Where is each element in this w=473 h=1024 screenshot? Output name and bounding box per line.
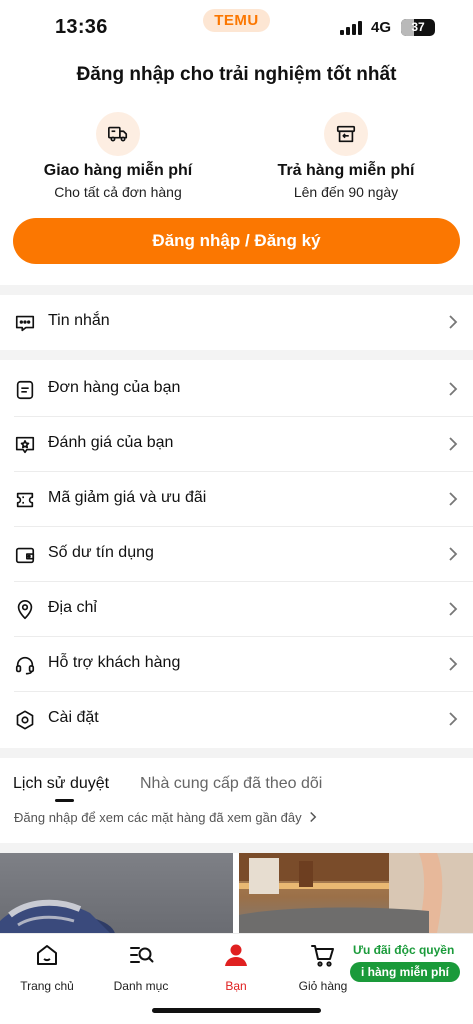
section-divider (0, 748, 473, 758)
chevron-right-icon (449, 437, 458, 451)
free-shipping-promo: Giao hàng miễn phí Cho tất cả đơn hàng (0, 112, 236, 200)
chevron-right-icon (449, 382, 458, 396)
coupon-icon (16, 492, 34, 508)
promo-name: Giao hàng miễn phí (43, 162, 193, 179)
home-indicator (152, 1008, 321, 1013)
login-register-button[interactable]: Đăng nhập / Đăng ký (13, 218, 460, 264)
nav-you[interactable]: Bạn (196, 942, 276, 993)
free-shipping-badge[interactable]: i hàng miễn phí (350, 962, 460, 982)
menu-item-label: Tin nhắn (48, 312, 110, 329)
headset-icon (15, 656, 35, 675)
history-tabs: Lịch sử duyệt Nhà cung cấp đã theo dõi (0, 775, 473, 805)
menu-item-customer-support[interactable]: Hỗ trợ khách hàng (0, 637, 473, 692)
section-divider (0, 843, 473, 853)
exclusive-offer-label: Ưu đãi độc quyền (353, 943, 455, 957)
chevron-right-icon (449, 547, 458, 561)
login-promo-title: Đăng nhập cho trải nghiệm tốt nhất (76, 64, 397, 85)
nav-label: Bạn (225, 979, 247, 993)
nav-label: Trang chủ (20, 979, 74, 993)
tab-followed-sellers[interactable]: Nhà cung cấp đã theo dõi (140, 775, 322, 793)
promo-sub: Lên đến 90 ngày (293, 184, 399, 200)
return-box-icon (324, 112, 368, 156)
menu-item-label: Hỗ trợ khách hàng (48, 654, 181, 671)
category-search-icon (130, 947, 154, 963)
chevron-right-icon (449, 657, 458, 671)
active-tab-indicator (55, 799, 74, 802)
nav-label: Giỏ hàng (298, 979, 348, 993)
history-login-hint[interactable]: Đăng nhập để xem các mặt hàng đã xem gần… (14, 810, 317, 825)
network-type: 4G (371, 19, 392, 36)
nav-home[interactable]: Trang chủ (7, 942, 87, 993)
location-icon (17, 600, 33, 620)
status-time: 13:36 (55, 16, 108, 38)
menu-item-reviews[interactable]: Đánh giá của bạn (0, 417, 473, 472)
menu-item-label: Địa chỉ (48, 599, 97, 616)
status-bar: 13:36 TEMU 4G 37 (0, 0, 473, 56)
message-icon (15, 315, 35, 332)
settings-icon (16, 710, 34, 730)
menu-item-label: Đánh giá của bạn (48, 434, 174, 451)
menu-item-settings[interactable]: Cài đặt (0, 692, 473, 747)
chevron-right-icon (449, 602, 458, 616)
product-slipper-image (0, 899, 115, 933)
history-hint-text: Đăng nhập để xem các mặt hàng đã xem gần… (14, 810, 302, 825)
nav-label: Danh mục (113, 979, 169, 993)
chevron-right-icon (449, 315, 458, 329)
menu-item-orders[interactable]: Đơn hàng của bạn (0, 362, 473, 417)
nav-categories[interactable]: Danh mục (101, 942, 181, 993)
review-icon (15, 436, 35, 454)
menu-item-credit-balance[interactable]: Số dư tín dụng (0, 527, 473, 582)
home-icon (37, 945, 57, 965)
wallet-icon (15, 547, 35, 564)
section-divider (0, 285, 473, 295)
cart-icon (311, 945, 334, 967)
battery-icon: 37 (401, 19, 435, 36)
menu-item-address[interactable]: Địa chỉ (0, 582, 473, 637)
section-divider (0, 350, 473, 360)
product-image[interactable] (239, 853, 473, 933)
truck-icon (96, 112, 140, 156)
signal-icon (340, 21, 365, 35)
chevron-right-icon (449, 492, 458, 506)
battery-level: 37 (411, 20, 425, 34)
chevron-right-icon (449, 712, 458, 726)
menu-item-coupons[interactable]: Mã giảm giá và ưu đãi (0, 472, 473, 527)
menu-item-messages[interactable]: Tin nhắn (0, 295, 473, 350)
menu-item-label: Đơn hàng của bạn (48, 379, 181, 396)
menu-item-label: Cài đặt (48, 709, 99, 726)
chevron-right-icon (310, 811, 317, 823)
product-image[interactable] (0, 853, 233, 933)
brand-pill: TEMU (203, 9, 270, 32)
promo-name: Trả hàng miễn phí (277, 162, 415, 179)
product-bathmat-image (239, 853, 473, 933)
menu-item-label: Số dư tín dụng (48, 544, 154, 561)
free-returns-promo: Trả hàng miễn phí Lên đến 90 ngày (228, 112, 464, 200)
order-icon (16, 380, 34, 400)
menu-item-label: Mã giảm giá và ưu đãi (48, 489, 207, 506)
tab-browsing-history[interactable]: Lịch sử duyệt (13, 775, 109, 793)
promo-sub: Cho tất cả đơn hàng (54, 184, 182, 200)
user-icon (225, 944, 247, 966)
